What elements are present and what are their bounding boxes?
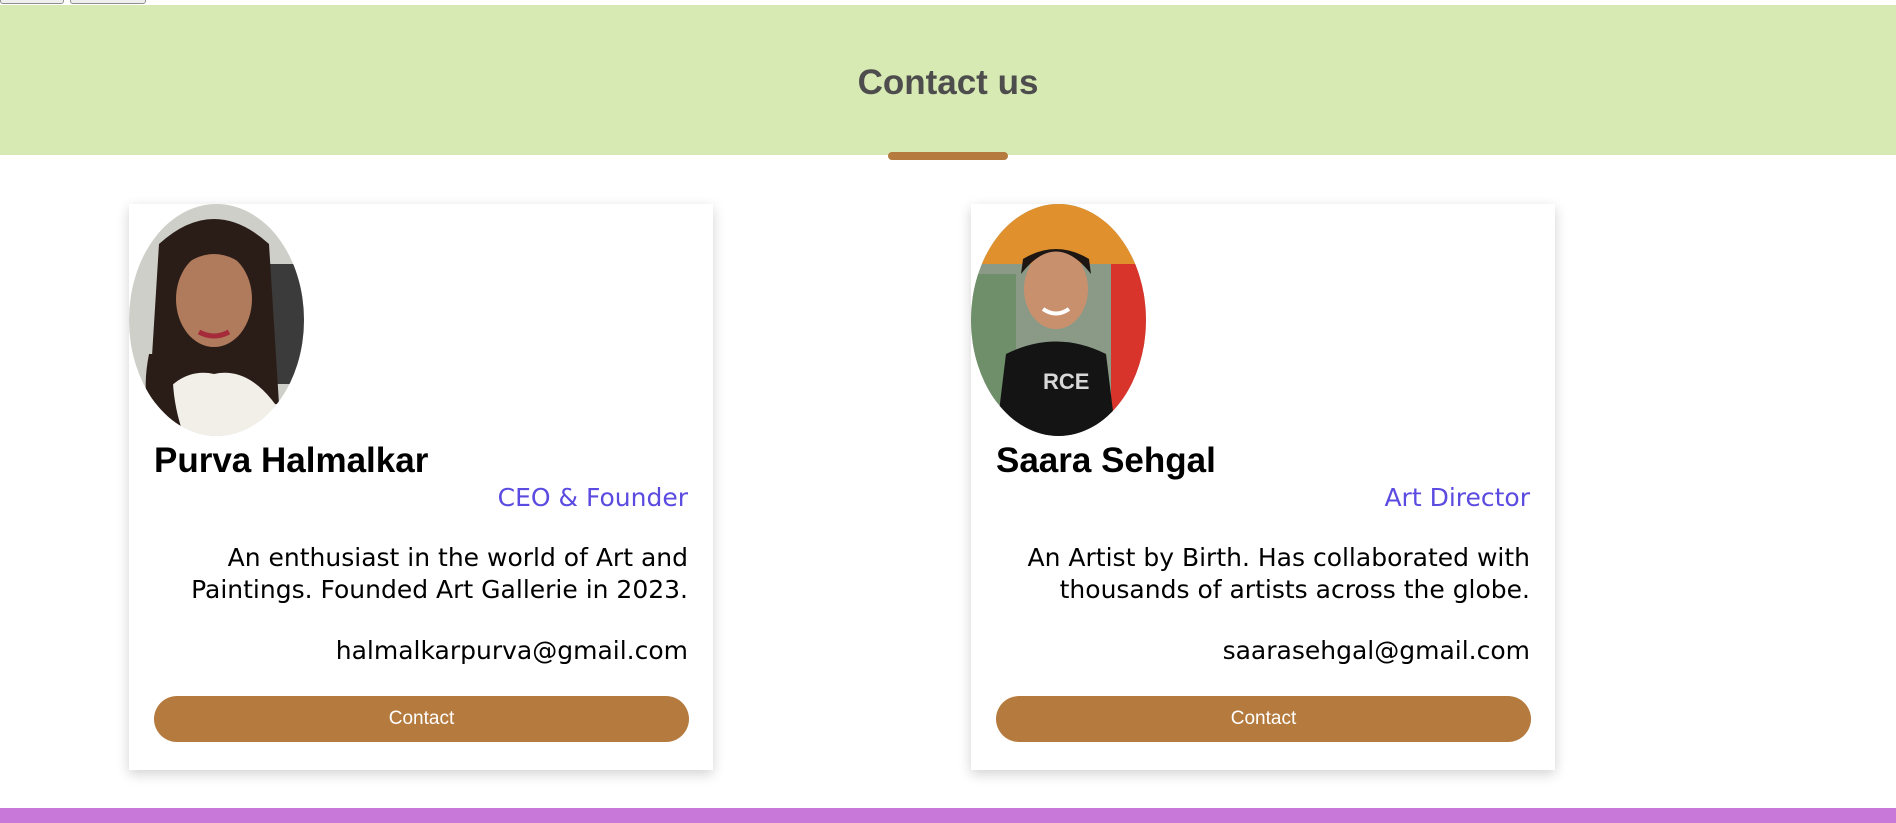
contact-email: saarasehgal@gmail.com <box>1222 636 1530 665</box>
contact-name: Saara Sehgal <box>996 441 1216 480</box>
contact-button[interactable]: Contact <box>154 696 689 742</box>
top-button[interactable] <box>0 0 64 4</box>
top-button[interactable] <box>70 0 146 4</box>
browser-top-buttons <box>0 0 146 4</box>
person-photo-icon <box>129 204 304 436</box>
contact-card: Purva Halmalkar CEO & Founder An enthusi… <box>129 204 713 770</box>
contact-email: halmalkarpurva@gmail.com <box>335 636 688 665</box>
avatar: RCE <box>971 204 1146 436</box>
contact-card: RCE Saara Sehgal Art Director An Artist … <box>971 204 1555 770</box>
contact-bio: An enthusiast in the world of Art and Pa… <box>191 543 688 604</box>
contact-header: Contact us <box>0 5 1896 160</box>
contact-role: Art Director <box>1384 483 1530 512</box>
page-title: Contact us <box>857 63 1039 102</box>
title-underline <box>888 152 1008 160</box>
svg-text:RCE: RCE <box>1043 369 1089 394</box>
contact-role: CEO & Founder <box>497 483 688 512</box>
person-photo-icon: RCE <box>971 204 1146 436</box>
contact-name: Purva Halmalkar <box>154 441 429 480</box>
footer-bar <box>0 808 1896 823</box>
contact-bio: An Artist by Birth. Has collaborated wit… <box>1027 543 1530 604</box>
contact-button[interactable]: Contact <box>996 696 1531 742</box>
avatar <box>129 204 304 436</box>
